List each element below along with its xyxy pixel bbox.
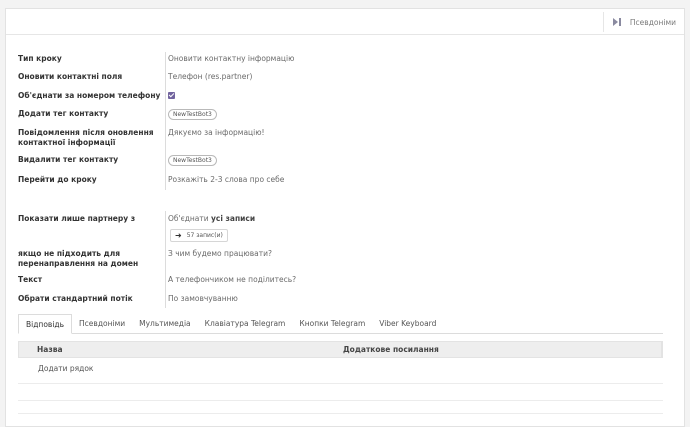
divider — [18, 400, 663, 401]
tab-viber-keyboard[interactable]: Viber Keyboard — [372, 314, 443, 333]
text-input[interactable]: А телефончиком не поділитесь? — [168, 275, 296, 285]
step-type-select[interactable]: Оновити контактну інформацію — [168, 54, 294, 64]
show-partner-value[interactable]: Об'єднати усі записи — [168, 214, 255, 224]
field-step-type: Тип кроку Оновити контактну інформацію — [18, 54, 658, 64]
field-merge-by-phone: Об'єднати за номером телефону — [18, 91, 658, 101]
step-forward-icon — [612, 18, 621, 26]
field-remove-contact-tag: Видалити тег контакту NewTestBot3 — [18, 155, 658, 166]
field-show-partner: Показати лише партнеру з Об'єднати усі з… — [18, 214, 658, 224]
column-header-name[interactable]: Назва — [19, 342, 343, 357]
divider — [18, 383, 663, 384]
field-label: Перейти до кроку — [18, 175, 97, 184]
field-label: Повідомлення після оновлення контактної … — [18, 128, 154, 147]
contact-fields-input[interactable]: Телефон (res.partner) — [168, 72, 252, 82]
field-goto-step: Перейти до кроку Розкажіть 2-3 слова про… — [18, 175, 658, 185]
domain-fallback-select[interactable]: З чим будемо працювати? — [168, 249, 272, 269]
field-label: Текст — [18, 275, 43, 284]
field-label: Видалити тег контакту — [18, 155, 119, 164]
field-default-flow: Обрати стандартний потік По замовчуванню — [18, 294, 658, 304]
field-label: якщо не підходить для перенаправлення на… — [18, 249, 139, 268]
tab-aliases[interactable]: Псевдоніми — [72, 314, 132, 333]
tab-multimedia[interactable]: Мультимедіа — [132, 314, 198, 333]
field-label: Об'єднати за номером телефону — [18, 91, 161, 100]
column-header-link[interactable]: Додаткове посилання — [343, 342, 662, 357]
field-label: Додати тег контакту — [18, 109, 109, 118]
smart-button-label: Псевдоніми — [629, 17, 676, 27]
contact-tag-badge[interactable]: NewTestBot3 — [168, 109, 217, 120]
field-label: Оновити контактні поля — [18, 72, 123, 81]
field-text: Текст А телефончиком не поділитесь? — [18, 275, 658, 285]
field-domain-fallback: якщо не підходить для перенаправлення на… — [18, 249, 658, 269]
records-row: ➜ 57 запис(и) — [170, 229, 270, 242]
notebook-tabs: Відповідь Псевдоніми Мультимедіа Клавіат… — [18, 314, 663, 334]
default-flow-select[interactable]: По замовчуванню — [168, 294, 238, 304]
button-box: Псевдоніми — [6, 9, 684, 35]
arrow-right-icon: ➜ — [175, 231, 182, 240]
records-button[interactable]: ➜ 57 запис(и) — [170, 229, 228, 242]
field-label: Обрати стандартний потік — [18, 294, 133, 303]
table-header: Назва Додаткове посилання — [18, 341, 663, 358]
add-line-link[interactable]: Додати рядок — [38, 364, 93, 373]
tab-response[interactable]: Відповідь — [18, 314, 73, 334]
divider — [18, 413, 663, 414]
contact-tag-badge[interactable]: NewTestBot3 — [168, 155, 217, 166]
tab-telegram-buttons[interactable]: Кнопки Telegram — [292, 314, 372, 333]
field-update-contact-fields: Оновити контактні поля Телефон (res.part… — [18, 72, 658, 82]
goto-step-select[interactable]: Розкажіть 2-3 слова про себе — [168, 175, 284, 185]
field-add-contact-tag: Додати тег контакту NewTestBot3 — [18, 109, 658, 120]
field-message-after-update: Повідомлення після оновлення контактної … — [18, 128, 658, 148]
field-label: Показати лише партнеру з — [18, 214, 136, 223]
merge-by-phone-checkbox[interactable] — [168, 92, 175, 99]
field-label: Тип кроку — [18, 54, 62, 63]
tab-telegram-keyboard[interactable]: Клавіатура Telegram — [198, 314, 293, 333]
message-after-update-input[interactable]: Дякуємо за інформацію! — [168, 128, 265, 148]
aliases-smart-button[interactable]: Псевдоніми — [602, 12, 676, 32]
